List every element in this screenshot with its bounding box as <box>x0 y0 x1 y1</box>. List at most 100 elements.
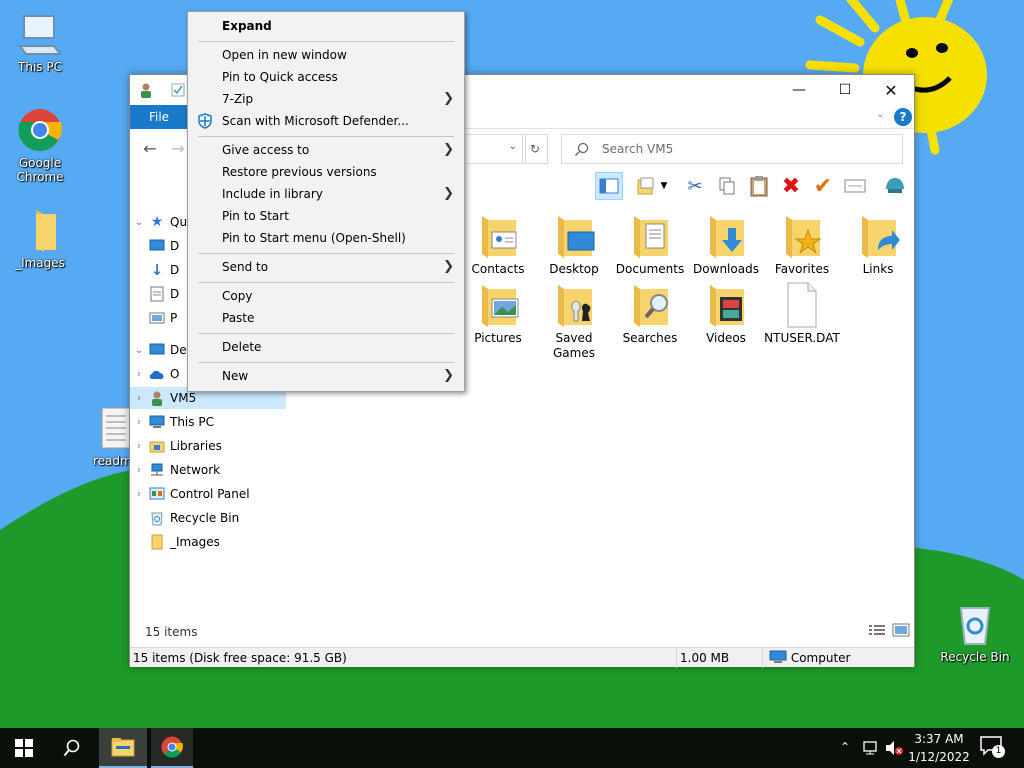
address-dropdown-icon[interactable]: ⌄ <box>509 141 517 152</box>
menu-item-open-new-window[interactable]: Open in new window <box>188 44 464 66</box>
minimize-button[interactable]: — <box>776 75 822 105</box>
menu-item-label: Paste <box>222 311 255 325</box>
expand-arrow-icon[interactable]: › <box>130 441 148 452</box>
file-label: Desktop <box>549 262 599 276</box>
menu-item-give-access[interactable]: Give access to ❯ <box>188 139 464 161</box>
volume-muted-icon[interactable] <box>884 740 904 756</box>
file-item-desktop[interactable]: Desktop <box>536 212 612 277</box>
collapse-arrow-icon[interactable]: ⌄ <box>130 345 148 356</box>
collapse-arrow-icon[interactable]: ⌄ <box>130 217 148 228</box>
saved-games-folder-icon <box>558 285 592 327</box>
large-icons-view-icon[interactable] <box>892 623 910 637</box>
cut-button[interactable]: ✂ <box>681 172 709 200</box>
desktop-icon-label: This PC <box>18 60 62 74</box>
status-location-label: Computer <box>790 651 851 665</box>
menu-item-7zip[interactable]: 7-Zip ❯ <box>188 88 464 110</box>
delete-x-icon: ✖ <box>781 173 801 199</box>
details-view-icon[interactable] <box>868 623 886 637</box>
ribbon-collapse-icon[interactable]: ⌄ <box>876 109 884 120</box>
file-label: Links <box>862 262 894 276</box>
file-item-links[interactable]: Links <box>840 212 916 277</box>
search-input[interactable]: Search VM5 <box>561 134 903 164</box>
taskbar-chrome[interactable] <box>151 728 193 768</box>
menu-item-expand[interactable]: Expand <box>188 15 464 37</box>
desktop-icon-recycle-bin[interactable]: Recycle Bin <box>937 600 1013 664</box>
forward-button[interactable]: → <box>168 139 188 159</box>
refresh-button[interactable]: ↻ <box>522 134 548 164</box>
navigation-pane-button[interactable] <box>595 172 623 200</box>
expand-arrow-icon[interactable]: › <box>130 393 148 404</box>
desktop-icon-images[interactable]: _Images <box>2 206 78 270</box>
file-item-ntuser-dat[interactable]: NTUSER.DAT <box>764 281 840 346</box>
nav-item-images[interactable]: _Images <box>130 531 286 553</box>
search-button[interactable] <box>48 728 96 768</box>
menu-item-pin-quick-access[interactable]: Pin to Quick access <box>188 66 464 88</box>
desktop-icon-google-chrome[interactable]: Google Chrome <box>2 106 78 184</box>
start-button[interactable] <box>0 728 48 768</box>
file-item-pictures[interactable]: Pictures <box>460 281 536 346</box>
file-item-searches[interactable]: Searches <box>612 281 688 346</box>
download-icon: ↓ <box>150 261 164 279</box>
cloud-icon <box>148 365 166 383</box>
address-bar[interactable]: ⌄ <box>466 134 526 164</box>
maximize-button[interactable]: ☐ <box>822 75 868 105</box>
file-item-documents[interactable]: Documents <box>612 212 688 277</box>
expand-arrow-icon[interactable]: › <box>130 369 148 380</box>
file-label: Downloads <box>693 262 759 276</box>
menu-item-label: New <box>222 369 249 383</box>
expand-arrow-icon[interactable]: › <box>130 489 148 500</box>
action-center-button[interactable]: 1 <box>980 736 1006 760</box>
file-item-downloads[interactable]: Downloads <box>688 212 764 277</box>
view-mode-switcher <box>868 623 912 639</box>
email-button[interactable] <box>841 172 869 200</box>
menu-item-restore-versions[interactable]: Restore previous versions <box>188 161 464 183</box>
expand-arrow-icon[interactable]: › <box>130 417 148 428</box>
folder-icon <box>36 210 56 252</box>
menu-item-new[interactable]: New ❯ <box>188 365 464 387</box>
show-hidden-icons-icon[interactable]: ⌃ <box>840 740 850 754</box>
back-button[interactable]: ← <box>140 139 160 159</box>
file-item-videos[interactable]: Videos <box>688 281 764 346</box>
properties-icon[interactable] <box>170 82 186 98</box>
file-label: Contacts <box>471 262 525 276</box>
menu-item-pin-start-open-shell[interactable]: Pin to Start menu (Open-Shell) <box>188 227 464 249</box>
nav-item-network[interactable]: › Network <box>130 459 286 481</box>
delete-button[interactable]: ✖ <box>777 172 805 200</box>
taskbar-file-explorer[interactable] <box>99 728 147 768</box>
nav-item-recycle-bin[interactable]: Recycle Bin <box>130 507 286 529</box>
help-icon[interactable]: ? <box>894 108 912 126</box>
menu-item-paste[interactable]: Paste <box>188 307 464 329</box>
close-button[interactable]: ✕ <box>868 75 914 105</box>
back-arrow-icon: ← <box>143 139 157 158</box>
view-dropdown-button[interactable]: ▼ <box>657 172 671 200</box>
clock-date: 1/12/2022 <box>908 750 970 764</box>
copy-button[interactable] <box>713 172 741 200</box>
file-item-saved-games[interactable]: Saved Games <box>536 281 612 361</box>
nav-item-libraries[interactable]: › Libraries <box>130 435 286 457</box>
file-item-favorites[interactable]: Favorites <box>764 212 840 277</box>
desktop-icon-this-pc[interactable]: This PC <box>2 10 78 74</box>
file-item-contacts[interactable]: Contacts <box>460 212 536 277</box>
select-button[interactable]: ✔ <box>809 172 837 200</box>
system-clock[interactable]: 3:37 AM 1/12/2022 <box>906 730 972 766</box>
nav-item-this-pc[interactable]: › This PC <box>130 411 286 433</box>
paste-button[interactable] <box>745 172 773 200</box>
menu-separator <box>198 333 454 334</box>
nav-item-control-panel[interactable]: › Control Panel <box>130 483 286 505</box>
nav-item-label: O <box>170 367 180 381</box>
search-icon <box>574 142 589 157</box>
minimize-icon: — <box>792 82 806 98</box>
menu-item-send-to[interactable]: Send to ❯ <box>188 256 464 278</box>
pc-icon <box>148 413 166 431</box>
menu-item-copy[interactable]: Copy <box>188 285 464 307</box>
menu-item-delete[interactable]: Delete <box>188 336 464 358</box>
nav-item-label: De <box>170 343 187 357</box>
file-label: Favorites <box>774 262 830 276</box>
menu-item-pin-start[interactable]: Pin to Start <box>188 205 464 227</box>
menu-item-include-library[interactable]: Include in library ❯ <box>188 183 464 205</box>
expand-arrow-icon[interactable]: › <box>130 465 148 476</box>
network-status-icon[interactable] <box>862 740 880 756</box>
share-button[interactable] <box>881 172 909 200</box>
menu-item-scan-defender[interactable]: Scan with Microsoft Defender... <box>188 110 464 132</box>
tab-file[interactable]: File <box>130 105 188 129</box>
